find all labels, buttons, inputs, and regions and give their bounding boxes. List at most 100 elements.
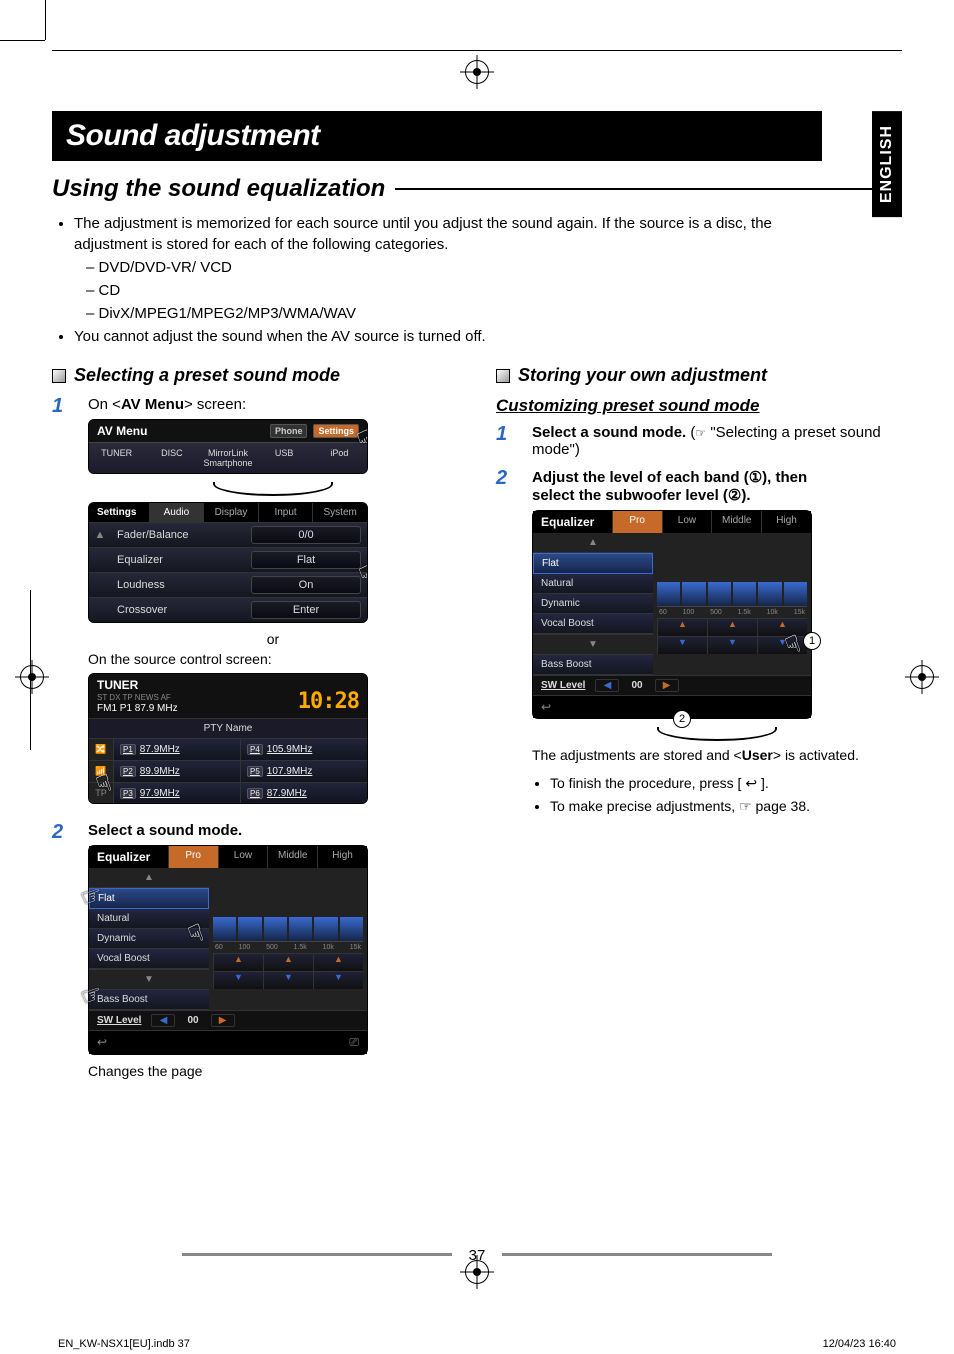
settings-row-equalizer[interactable]: Equalizer Flat [89,547,367,572]
eq-band-up-icon[interactable] [658,618,707,636]
avmenu-chip-settings[interactable]: Settings [313,424,359,438]
settings-up-arrow-icon[interactable]: ▲ [89,529,111,541]
avmenu-cell-tuner[interactable]: TUNER [89,442,144,473]
sw-level-down-button[interactable]: ◀ [151,1014,175,1027]
callout-circle-2: 2 [673,710,691,728]
rstep2-line2: select the subwoofer level (②). [532,487,751,504]
tuner-preset-cell[interactable]: P187.9MHz [113,738,240,760]
eq-band-up-icon[interactable] [214,953,263,971]
settings-value[interactable]: Enter [251,601,361,619]
settings-value[interactable]: 0/0 [251,526,361,544]
settings-icon[interactable]: ⎚ [349,1035,359,1050]
eq-list-down-icon[interactable]: ▼ [89,969,209,989]
settings-tab-display[interactable]: Display [203,503,258,522]
page-frame: ENGLISH Sound adjustment Using the sound… [52,50,902,1294]
settings-row-loudness[interactable]: Loudness On [89,572,367,597]
registration-mark [20,665,44,689]
tuner-preset-cell[interactable]: P397.9MHz [113,782,240,803]
subhead-preset-text: Selecting a preset sound mode [74,365,340,386]
avmenu-cell-mirrorlink[interactable]: MirrorLink Smartphone [200,442,257,473]
back-icon[interactable]: ↩ [97,1035,107,1050]
eq-tab-pro[interactable]: Pro [168,846,218,868]
sw-level-up-button[interactable]: ▶ [211,1014,235,1027]
rstep1-pre: ( [686,424,695,441]
eq-tab-middle[interactable]: Middle [267,846,317,868]
eq-mode-bassboost[interactable]: Bass Boost [89,989,209,1010]
avmenu-cell-usb[interactable]: USB [257,442,312,473]
sw-level-up-button[interactable]: ▶ [655,679,679,692]
eq-band-down-icon[interactable] [658,636,707,654]
customizing-heading: Customizing preset sound mode [496,396,902,416]
settings-tab-input[interactable]: Input [258,503,313,522]
registration-mark [910,665,934,689]
subhead-preset: Selecting a preset sound mode [52,365,458,386]
eq-tab-middle[interactable]: Middle [711,511,761,533]
sw-level-value: 00 [177,1015,208,1026]
right-bullet-precise: To make precise adjustments, ☞ page 38. [550,796,902,817]
eq-mode-flat[interactable]: Flat [89,888,209,909]
tuner-side-icon[interactable]: 🔀 [89,738,113,760]
or-caption: On the source control screen: [88,651,458,667]
heading-rule [395,188,885,190]
pointer-icon: ☞ [695,426,706,440]
page-number-rule [502,1253,772,1256]
step2-text: Select a sound mode. [88,822,242,839]
eq-tab-low[interactable]: Low [662,511,712,533]
eq-mode-natural[interactable]: Natural [533,574,653,594]
sw-level-down-button[interactable]: ◀ [595,679,619,692]
avmenu-chip-phone[interactable]: Phone [270,424,308,438]
eq-list-up-icon[interactable]: ▲ [89,868,209,888]
settings-row-fader[interactable]: ▲ Fader/Balance 0/0 [89,522,367,547]
crop-mark [0,40,45,41]
step-body: Select a sound mode. (☞ "Selecting a pre… [532,424,902,458]
eq-band-down-icon[interactable] [264,971,313,989]
sw-level-label: SW Level [89,1011,149,1030]
tuner-preset-cell[interactable]: P5107.9MHz [240,760,367,782]
subhead-storing-text: Storing your own adjustment [518,365,767,386]
tuner-title: TUNER [97,678,178,692]
eq-graph: 60100 5001.5k 10k15k [653,533,811,675]
eq-mode-vocalboost[interactable]: Vocal Boost [533,614,653,634]
tuner-preset-cell[interactable]: P4105.9MHz [240,738,367,760]
eq-mode-flat[interactable]: Flat [533,553,653,574]
right-bullets: To finish the procedure, press [ ↩ ]. To… [550,773,902,817]
eq-mode-vocalboost[interactable]: Vocal Boost [89,949,209,969]
avmenu-cell-ipod[interactable]: iPod [312,442,367,473]
eq-band-up-icon[interactable] [314,953,363,971]
settings-label: Equalizer [111,549,251,571]
step-body: Select a sound mode. Equalizer Pro Low M… [88,822,458,1079]
tuner-clock: 10:28 [298,689,359,714]
eq-tab-pro[interactable]: Pro [612,511,662,533]
section-heading-text: Using the sound equalization [52,175,385,203]
eq-tab-high[interactable]: High [317,846,367,868]
settings-tab-system[interactable]: System [312,503,367,522]
back-icon[interactable]: ↩ [541,700,551,714]
eq-band-down-icon[interactable] [214,971,263,989]
intro-memo-bullet: The adjustment is memorized for each sou… [74,213,814,255]
settings-row-crossover[interactable]: Crossover Enter [89,597,367,622]
tuner-preset-badge: P1 [120,703,132,714]
eq-mode-bassboost[interactable]: Bass Boost [533,654,653,675]
subhead-square-icon [52,369,66,383]
eq-list-up-icon[interactable]: ▲ [533,533,653,553]
settings-value[interactable]: Flat [251,551,361,569]
eq-band-down-icon[interactable] [314,971,363,989]
rstep1-bold: Select a sound mode. [532,424,686,441]
eq-band-down-icon[interactable] [708,636,757,654]
flow-arrow [213,482,333,496]
tuner-icons: ST DX TP NEWS AF [97,693,178,702]
step-number: 1 [496,424,514,458]
eq-band-up-icon[interactable] [708,618,757,636]
tuner-preset-cell[interactable]: P687.9MHz [240,782,367,803]
eq-mode-dynamic[interactable]: Dynamic [533,594,653,614]
settings-value[interactable]: On [251,576,361,594]
callout-circle-1: 1 [803,632,821,650]
settings-tab-audio[interactable]: Audio [149,503,204,522]
tuner-preset-cell[interactable]: P289.9MHz [113,760,240,782]
settings-label: Fader/Balance [111,524,251,546]
avmenu-cell-disc[interactable]: DISC [144,442,199,473]
eq-list-down-icon[interactable]: ▼ [533,634,653,654]
eq-band-up-icon[interactable] [264,953,313,971]
eq-tab-low[interactable]: Low [218,846,268,868]
eq-tab-high[interactable]: High [761,511,811,533]
